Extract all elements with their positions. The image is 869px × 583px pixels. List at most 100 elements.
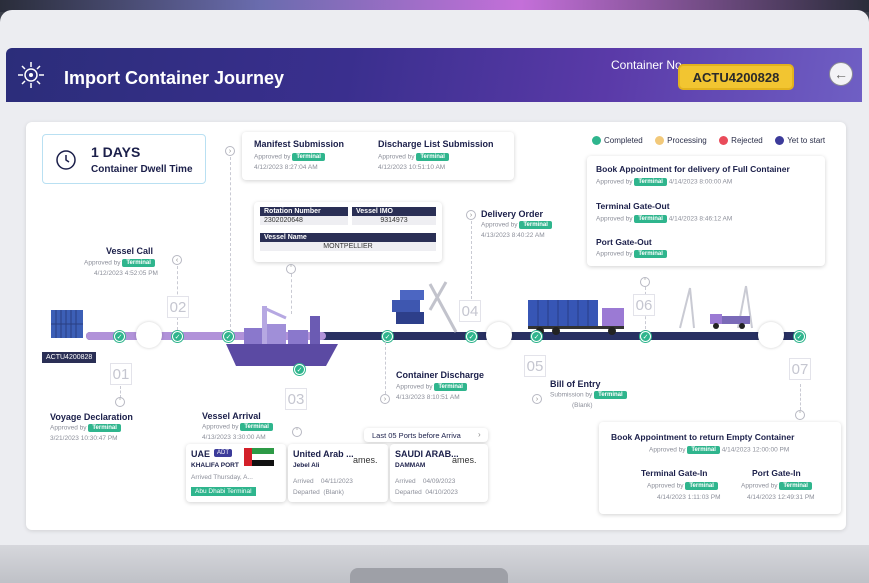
logo-icon [18, 62, 44, 88]
port-card[interactable]: UAE ADT KHALIFA PORT Arrived Thursday, A… [186, 444, 286, 502]
milestone-node-manifest[interactable]: ✓ [223, 331, 234, 342]
gate-in-card[interactable]: Book Appointment to return Empty Contain… [599, 422, 841, 514]
vessel-arrival-date: 4/13/2023 3:30:00 AM [202, 434, 266, 441]
page-header: Import Container Journey Container No AC… [6, 48, 862, 102]
manifest-card[interactable]: Manifest Submission Approved by Terminal… [242, 132, 514, 180]
port-name: KHALIFA PORT [191, 462, 239, 469]
step-number: 03 [285, 388, 307, 410]
port-arrived: Arrived Thursday, A... [191, 474, 253, 481]
milestone-node-vessel-call[interactable]: ✓ [172, 331, 183, 342]
chevron-up-icon[interactable]: ˆ [640, 277, 650, 287]
chevron-left-icon[interactable]: ‹ [172, 255, 182, 265]
gate-icon [679, 285, 753, 329]
port-gate-in-date: 4/14/2023 12:49:31 PM [747, 494, 815, 501]
milestone-node-discharge[interactable]: ✓ [382, 331, 393, 342]
gate-in-date: 4/14/2023 1:11:03 PM [657, 494, 721, 501]
vessel-info-card: Rotation Number 2302020648 Vessel IMO 93… [254, 202, 442, 262]
container-stack-icon [51, 310, 83, 338]
vessel-imo-value: 9314973 [352, 216, 436, 225]
chevron-right-icon[interactable]: › [532, 394, 542, 404]
legend-completed: Completed [592, 136, 643, 146]
crane-icon [392, 281, 458, 333]
port-overflow-text: ames. [353, 455, 378, 465]
port-country: SAUDI ARAB... [395, 449, 459, 459]
journey-canvas: 1 DAYS Container Dwell Time Completed Pr… [26, 122, 846, 530]
port-country: UAE [191, 449, 211, 459]
yet-to-start-dot-icon [775, 136, 785, 146]
voyage-title: Voyage Declaration [50, 412, 133, 422]
terminal-badge: Terminal [292, 153, 325, 161]
step-number: 05 [524, 355, 546, 377]
bill-of-entry-status: (Blank) [572, 402, 593, 409]
rotation-number-label: Rotation Number [260, 207, 348, 216]
legend-yet-to-start: Yet to start [775, 136, 825, 146]
port-name: Jebel Ali [293, 462, 320, 469]
book-empty-date: 4/14/2023 12:00:00 PM [721, 446, 790, 454]
gate-out-date: 4/14/2023 8:46:12 AM [668, 215, 733, 223]
chevron-right-icon[interactable]: › [466, 210, 476, 220]
dwell-time-card: 1 DAYS Container Dwell Time [42, 134, 206, 184]
delivery-order-date: 4/13/2023 8:40:22 AM [481, 232, 545, 239]
chevron-up-icon[interactable]: ˆ [286, 264, 296, 274]
milestone-node-arrival[interactable]: ✓ [294, 364, 305, 375]
container-no-label: Container No [611, 58, 682, 72]
flag-marker-icon [758, 322, 784, 348]
connector [385, 342, 386, 394]
vessel-imo-label: Vessel IMO [352, 207, 436, 216]
manifest-date: 4/12/2023 8:27:04 AM [254, 164, 318, 171]
milestone-node-delivery-order[interactable]: ✓ [466, 331, 477, 342]
book-empty-title: Book Appointment to return Empty Contain… [611, 432, 795, 442]
book-full-date: 4/14/2023 8:00:00 AM [668, 178, 733, 186]
vessel-name-label: Vessel Name [260, 233, 436, 242]
milestone-node-bill-of-entry[interactable]: ✓ [531, 331, 542, 342]
connector [800, 384, 801, 410]
port-arrived: 04/11/2023 [320, 478, 353, 485]
port-card[interactable]: SAUDI ARAB... ames. DAMMAM Arrived 04/09… [390, 444, 488, 502]
ship-icon [226, 306, 338, 366]
truck-icon [528, 300, 624, 335]
ports-header[interactable]: Last 05 Ports before Arriva › [364, 428, 488, 442]
delivery-order-title: Delivery Order [481, 209, 544, 219]
gate-out-card[interactable]: Book Appointment for delivery of Full Co… [587, 156, 825, 266]
arrow-left-icon: ← [834, 66, 848, 82]
rejected-dot-icon [719, 136, 729, 146]
chevron-down-icon[interactable]: ˇ [292, 427, 302, 437]
processing-dot-icon [655, 136, 665, 146]
step-number: 04 [459, 300, 481, 322]
chevron-down-icon[interactable]: ˇ [795, 410, 805, 420]
milestone-node-return-empty[interactable]: ✓ [794, 331, 805, 342]
container-no-badge[interactable]: ACTU4200828 [678, 64, 794, 90]
manifest-title: Manifest Submission [254, 139, 345, 149]
port-departed: 04/10/2023 [425, 489, 458, 496]
chevron-right-icon[interactable]: › [225, 146, 235, 156]
dwell-days: 1 DAYS [91, 144, 141, 160]
milestone-node-gate-out[interactable]: ✓ [640, 331, 651, 342]
flag-marker-icon [136, 322, 162, 348]
port-arrived: 04/09/2023 [422, 478, 456, 485]
completed-dot-icon [592, 136, 601, 146]
vessel-call-date: 4/12/2023 4:52:05 PM [94, 270, 158, 277]
port-gate-in-title: Port Gate-In [752, 468, 801, 478]
container-discharge-title: Container Discharge [396, 370, 485, 380]
chevron-right-icon[interactable]: › [478, 430, 481, 439]
legend-rejected: Rejected [719, 136, 763, 146]
port-card[interactable]: United Arab ... ames. Jebel Ali Arrived … [288, 444, 388, 502]
clock-icon [56, 150, 76, 170]
container-tag: ACTU4200828 [42, 352, 97, 363]
terminal-badge: Terminal [416, 153, 449, 161]
vessel-name-value: MONTPELLIER [260, 242, 436, 251]
voyage-date: 3/21/2023 10:30:47 PM [50, 435, 118, 442]
step-number: 01 [110, 363, 132, 385]
gate-out-title: Terminal Gate-Out [596, 201, 670, 211]
status-legend: Completed Processing Rejected Yet to sta… [592, 130, 842, 148]
step-number: 02 [167, 296, 189, 318]
port-name: DAMMAM [395, 462, 426, 469]
back-button[interactable]: ← [829, 62, 853, 86]
flag-marker-icon [486, 322, 512, 348]
dwell-label: Container Dwell Time [91, 164, 193, 175]
vessel-call-title: Vessel Call [106, 246, 154, 256]
milestone-node-voyage[interactable]: ✓ [114, 331, 125, 342]
chevron-down-icon[interactable]: ˇ [115, 397, 125, 407]
chevron-right-icon[interactable]: › [380, 394, 390, 404]
port-tag: ADT [214, 449, 232, 457]
